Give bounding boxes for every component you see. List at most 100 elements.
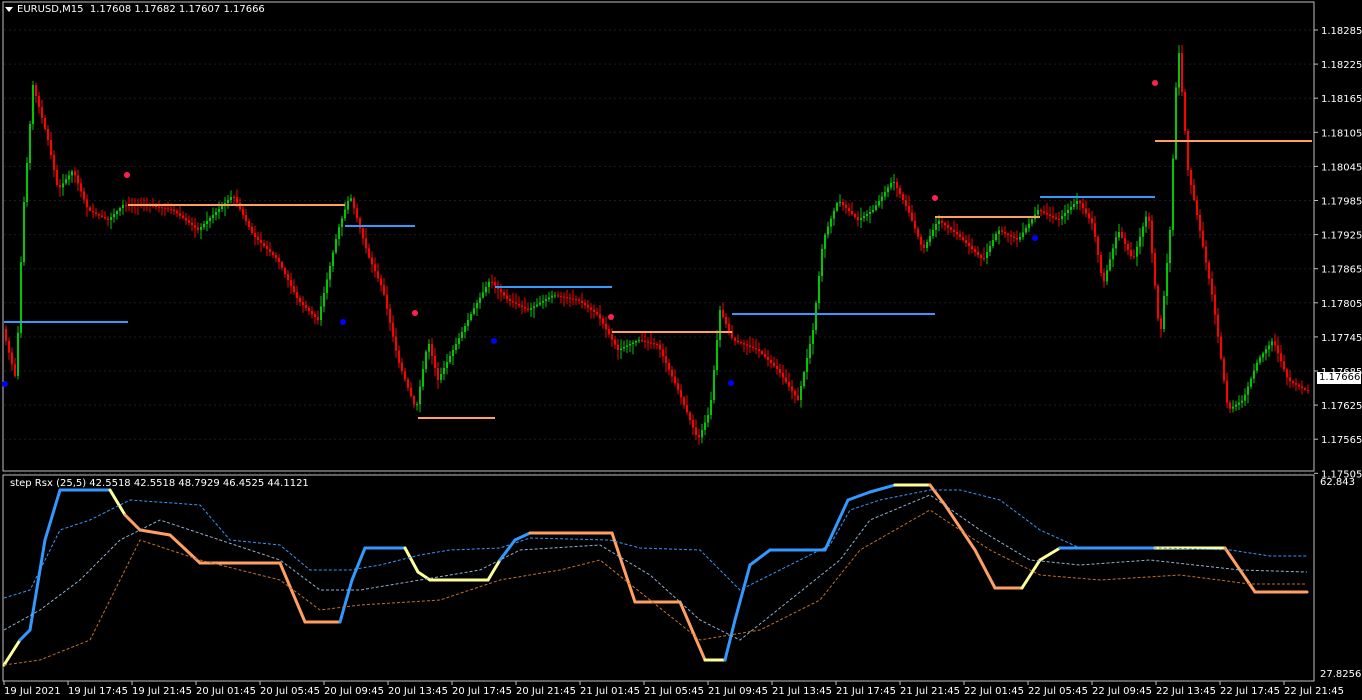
time-label: 20 Jul 09:45	[324, 686, 384, 697]
candle-body	[557, 295, 559, 297]
candle-body	[377, 271, 379, 279]
candle-body	[47, 129, 49, 140]
candle-body	[893, 182, 895, 183]
signal-dot	[124, 172, 130, 178]
candle-body	[632, 342, 634, 344]
candle-body	[251, 227, 253, 233]
candle-body	[581, 300, 583, 303]
candle-body	[356, 208, 358, 219]
ohlc-values: 1.17608 1.17682 1.17607 1.17666	[89, 4, 265, 15]
candle-body	[596, 312, 598, 315]
candle-body	[53, 155, 55, 170]
candle-body	[1235, 404, 1237, 407]
candle-body	[26, 163, 28, 202]
candle-body	[329, 266, 331, 280]
candle-body	[953, 229, 955, 232]
dropdown-arrow-icon[interactable]	[5, 6, 13, 12]
candle-body	[821, 249, 823, 276]
chart-canvas[interactable]: 1.18285 1.18225 1.18165 1.18105 1.18045 1.179…	[0, 0, 1362, 700]
candle-body	[311, 311, 313, 314]
candle-body	[890, 183, 892, 188]
candle-body	[1220, 336, 1222, 359]
candle-body	[1160, 318, 1162, 329]
candle-body	[1139, 236, 1141, 247]
time-label: 19 Jul 21:45	[132, 686, 192, 697]
rsx-main-segment	[973, 548, 997, 590]
candle-body	[296, 292, 298, 298]
candle-body	[1208, 262, 1210, 279]
candle-body	[254, 233, 256, 237]
candle-body	[638, 340, 640, 342]
candle-body	[197, 227, 199, 230]
signal-dot	[932, 195, 938, 201]
candle-body	[839, 202, 841, 203]
candle-body	[1256, 362, 1258, 371]
candle-body	[800, 386, 802, 400]
candle-body	[59, 185, 61, 188]
signal-dot	[608, 314, 614, 320]
current-price-tag: 1.17666	[1317, 372, 1361, 384]
candle-body	[620, 348, 622, 350]
candle-body	[827, 226, 829, 235]
candle-body	[410, 387, 412, 397]
candle-body	[1097, 237, 1099, 255]
candle-body	[602, 318, 604, 324]
rsx-main-segment	[138, 528, 172, 537]
rsx-main-segment	[733, 563, 752, 622]
candle-body	[1109, 259, 1111, 271]
candle-body	[323, 293, 325, 307]
candle-body	[584, 303, 586, 306]
candle-body	[836, 202, 838, 211]
candle-body	[419, 386, 421, 405]
candle-body	[326, 279, 328, 293]
candle-body	[1151, 220, 1153, 254]
candle-body	[464, 326, 466, 332]
time-label: 22 Jul 21:45	[1284, 686, 1344, 697]
candle-body	[872, 210, 874, 212]
candle-body	[335, 239, 337, 253]
price-label: 1.18285	[1321, 26, 1362, 37]
candle-body	[1238, 402, 1240, 405]
candle-body	[1265, 349, 1267, 354]
candle-body	[125, 205, 127, 206]
candle-body	[473, 308, 475, 314]
candle-body	[545, 299, 547, 301]
indicator-scale-top: 62.843	[1320, 477, 1355, 488]
candle-body	[341, 218, 343, 228]
candle-body	[188, 220, 190, 223]
candle-body	[74, 171, 76, 176]
candle-body	[365, 238, 367, 249]
candle-body	[1043, 211, 1045, 213]
main-chart-frame	[2, 1, 1315, 472]
candle-body	[1292, 381, 1294, 383]
candle-body	[71, 171, 73, 176]
time-label: 20 Jul 17:45	[452, 686, 512, 697]
candle-body	[650, 342, 652, 344]
candle-body	[371, 257, 373, 265]
time-label: 21 Jul 21:45	[900, 686, 960, 697]
candle-body	[14, 364, 16, 377]
price-axis: 1.18285 1.18225 1.18165 1.18105 1.18045 1.179…	[1314, 26, 1362, 480]
candle-body	[182, 215, 184, 218]
candle-body	[395, 336, 397, 351]
candle-body	[986, 252, 988, 258]
candle-body	[299, 298, 301, 302]
candle-body	[752, 346, 754, 348]
candle-body	[302, 302, 304, 305]
candle-body	[539, 302, 541, 305]
candle-body	[656, 344, 658, 345]
candle-body	[767, 357, 769, 360]
candle-body	[449, 356, 451, 362]
candle-body	[719, 310, 721, 340]
candle-body	[1001, 230, 1003, 232]
time-label: 21 Jul 09:45	[708, 686, 768, 697]
candle-body	[1157, 285, 1159, 319]
candle-body	[1118, 232, 1120, 238]
candle-body	[38, 96, 40, 107]
candle-body	[791, 386, 793, 391]
candle-body	[488, 281, 490, 288]
candle-body	[269, 249, 271, 252]
candle-body	[278, 258, 280, 262]
price-label: 1.17625	[1321, 401, 1362, 412]
candle-body	[119, 208, 121, 211]
